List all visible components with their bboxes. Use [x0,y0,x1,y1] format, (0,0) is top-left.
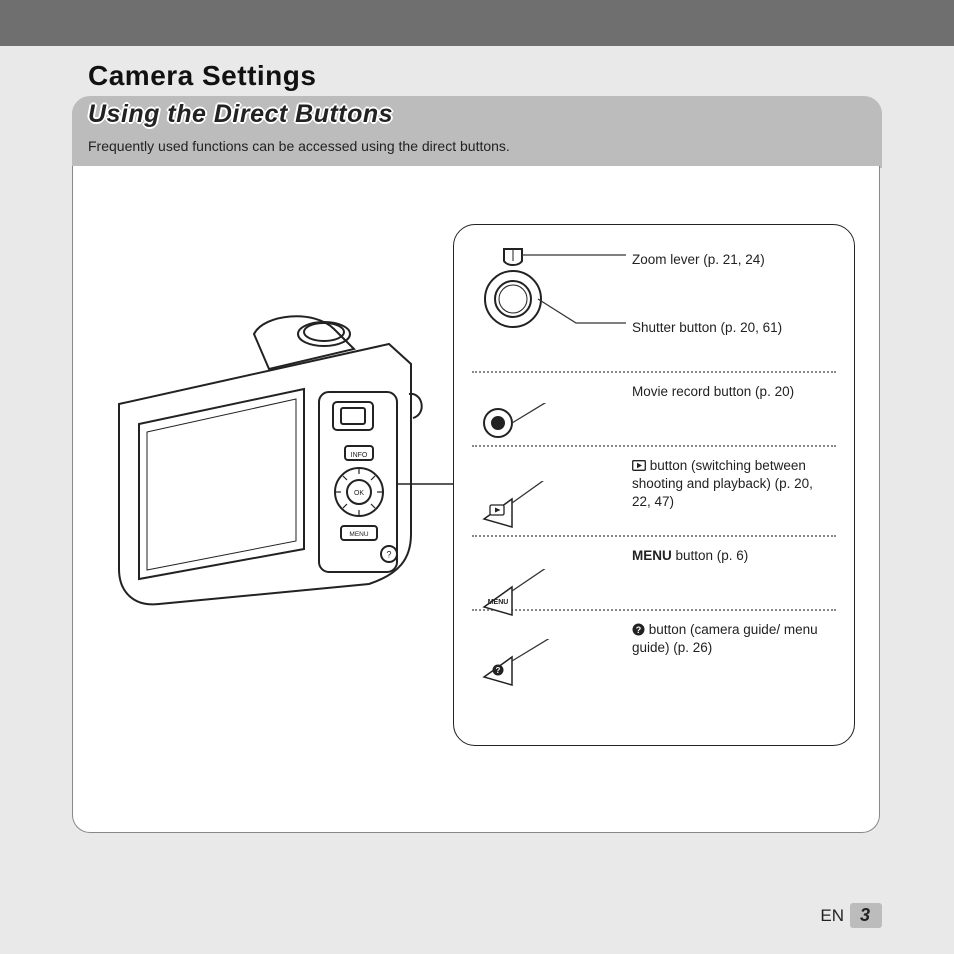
movie-record-icon [478,403,638,453]
page-number: 3 [850,903,882,928]
svg-text:?: ? [496,666,501,675]
zoom-lever-label: Zoom lever (p. 21, 24) [632,251,765,269]
shutter-button-label: Shutter button (p. 20, 61) [632,319,782,337]
camera-illustration: INFO OK MENU [89,274,449,634]
callout-zoom-lever: Zoom lever (p. 21, 24) [632,251,765,269]
callout-playback-button: button (switching between shooting and p… [632,457,832,512]
playback-icon [632,460,646,471]
svg-text:MENU: MENU [349,531,368,538]
page-title: Camera Settings [88,60,316,92]
callout-menu-button: MENU button (p. 6) [632,547,748,565]
callout-movie-button: Movie record button (p. 20) [632,383,794,401]
language-label: EN [820,906,844,926]
callout-shutter-button: Shutter button (p. 20, 61) [632,319,782,337]
intro-text: Frequently used functions can be accesse… [88,138,510,154]
svg-text:MENU: MENU [488,599,509,606]
content-box: INFO OK MENU [72,166,880,833]
guide-button-icon: ? [478,639,638,699]
movie-button-label: Movie record button (p. 20) [632,383,794,401]
svg-text:INFO: INFO [351,452,368,459]
top-bar [0,0,954,46]
page-footer: EN 3 [820,903,882,928]
zoom-shutter-icon [466,241,636,361]
guide-button-label: ? button (camera guide/ menu guide) (p. … [632,621,832,657]
playback-button-label: button (switching between shooting and p… [632,457,832,512]
svg-text:?: ? [386,550,391,560]
svg-text:OK: OK [354,490,364,497]
callout-panel: Zoom lever (p. 21, 24) Shutter button (p… [453,224,855,746]
callout-guide-button: ? button (camera guide/ menu guide) (p. … [632,621,832,657]
divider [472,371,836,373]
subtitle: Using the Direct Buttons [88,100,393,129]
playback-button-icon [478,481,638,541]
menu-button-icon: MENU [478,569,638,629]
menu-button-label: MENU button (p. 6) [632,547,748,565]
